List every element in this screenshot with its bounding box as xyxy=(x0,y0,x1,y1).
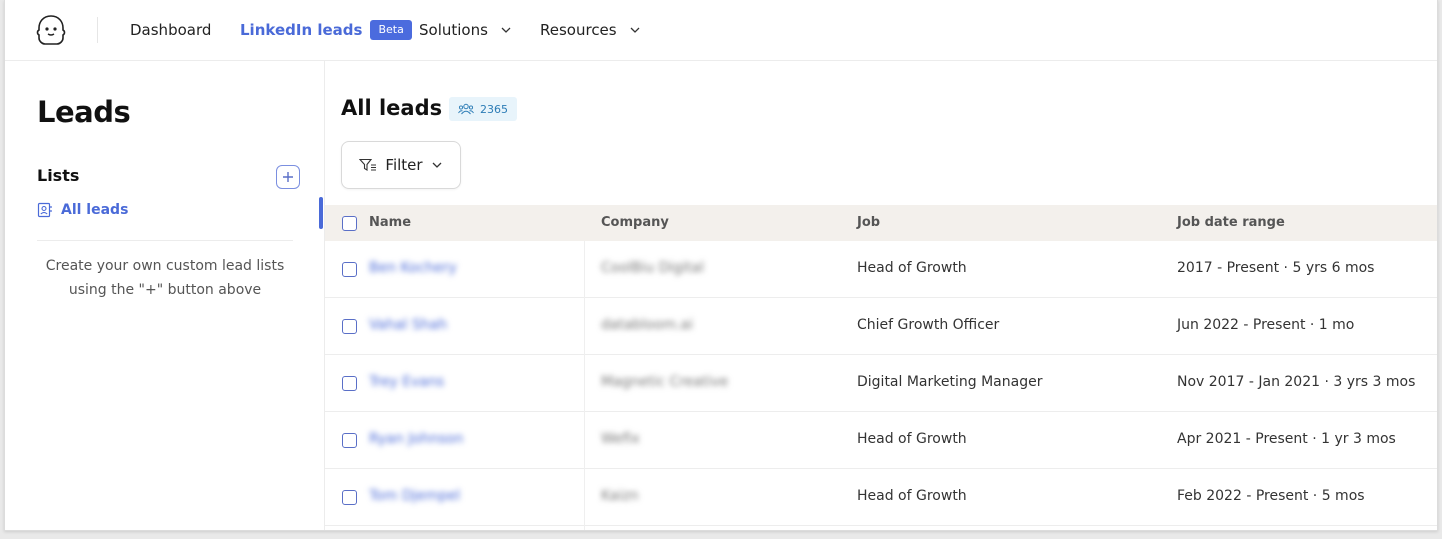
lead-name-link[interactable]: Ben Kochery xyxy=(369,260,457,276)
lead-job: Chief Growth Officer xyxy=(857,317,1000,333)
main-content: All leads 2365 Filter Name Company Job J… xyxy=(325,61,1437,530)
lead-job: Head of Growth xyxy=(857,260,967,276)
select-all-checkbox[interactable] xyxy=(342,216,357,231)
nav-resources[interactable]: Resources xyxy=(540,19,641,41)
page-title: All leads xyxy=(341,96,443,120)
add-list-button[interactable] xyxy=(276,165,300,189)
nav-solutions-label: Solutions xyxy=(419,21,488,39)
table-row[interactable]: Trey Evans Magnetic Creative Digital Mar… xyxy=(325,355,1437,412)
table-row[interactable]: Vahal Shah databloom.ai Chief Growth Off… xyxy=(325,298,1437,355)
nav-dashboard[interactable]: Dashboard xyxy=(130,19,211,41)
leads-count-badge: 2365 xyxy=(449,97,517,121)
row-checkbox[interactable] xyxy=(342,319,357,334)
column-header-name[interactable]: Name xyxy=(369,215,411,230)
row-checkbox[interactable] xyxy=(342,376,357,391)
lead-company: CoolBiu Digital xyxy=(601,260,705,276)
lead-job-date-range: Jun 2022 - Present · 1 mo xyxy=(1177,317,1355,333)
sidebar-item-all-leads[interactable]: All leads xyxy=(37,202,128,218)
nav-divider xyxy=(97,17,98,43)
table-header: Name Company Job Job date range xyxy=(325,205,1437,241)
leads-count: 2365 xyxy=(480,102,508,116)
sidebar: Leads Lists All leads Create your own cu… xyxy=(5,61,325,530)
lead-name-link[interactable]: Tom Djempel xyxy=(369,488,460,504)
lead-job: Head of Growth xyxy=(857,431,967,447)
lead-job: Head of Growth xyxy=(857,488,967,504)
filter-icon xyxy=(359,158,377,171)
chevron-down-icon xyxy=(630,27,640,33)
row-checkbox[interactable] xyxy=(342,262,357,277)
users-icon xyxy=(458,103,474,115)
nav-solutions[interactable]: Solutions xyxy=(419,19,512,41)
lead-name-link[interactable]: Vahal Shah xyxy=(369,317,447,333)
nav-dashboard-label: Dashboard xyxy=(130,21,212,39)
ghost-logo-icon[interactable] xyxy=(36,14,66,46)
table-row[interactable]: Ryan Johnson Wefix Head of Growth Apr 20… xyxy=(325,412,1437,469)
table-row[interactable]: Ben Kochery CoolBiu Digital Head of Grow… xyxy=(325,241,1437,298)
lead-job: Digital Marketing Manager xyxy=(857,374,1043,390)
contact-card-icon xyxy=(37,202,52,218)
lists-header: Lists xyxy=(37,166,80,185)
chevron-down-icon xyxy=(432,162,442,168)
column-header-company[interactable]: Company xyxy=(601,215,669,230)
lead-company: Kaizn xyxy=(601,488,639,504)
lead-name-link[interactable]: Ryan Johnson xyxy=(369,431,463,447)
column-divider xyxy=(584,241,585,530)
nav-linkedin-leads-label: LinkedIn leads xyxy=(240,21,363,39)
sidebar-title: Leads xyxy=(37,95,131,129)
plus-icon xyxy=(283,172,293,182)
column-header-job-date-range[interactable]: Job date range xyxy=(1177,215,1285,230)
lead-company: Wefix xyxy=(601,431,640,447)
sidebar-divider xyxy=(37,240,293,241)
filter-label: Filter xyxy=(385,156,423,174)
row-checkbox[interactable] xyxy=(342,433,357,448)
row-checkbox[interactable] xyxy=(342,490,357,505)
sidebar-hint-text: Create your own custom lead lists using … xyxy=(45,258,285,298)
table-row[interactable]: Tom Djempel Kaizn Head of Growth Feb 202… xyxy=(325,469,1437,526)
filter-button[interactable]: Filter xyxy=(341,141,461,189)
top-navigation: Dashboard LinkedIn leads Beta Solutions … xyxy=(5,0,1437,61)
lead-job-date-range: Feb 2022 - Present · 5 mos xyxy=(1177,488,1365,504)
app-window: Dashboard LinkedIn leads Beta Solutions … xyxy=(4,0,1438,531)
lead-job-date-range: Nov 2017 - Jan 2021 · 3 yrs 3 mos xyxy=(1177,374,1416,390)
beta-badge: Beta xyxy=(370,20,412,40)
nav-linkedin-leads[interactable]: LinkedIn leads Beta xyxy=(240,19,412,41)
lead-job-date-range: 2017 - Present · 5 yrs 6 mos xyxy=(1177,260,1375,276)
lead-name-link[interactable]: Trey Evans xyxy=(369,374,444,390)
active-list-indicator xyxy=(319,197,323,229)
lead-company: Magnetic Creative xyxy=(601,374,729,390)
chevron-down-icon xyxy=(501,27,511,33)
leads-table: Name Company Job Job date range Ben Koch… xyxy=(325,205,1437,526)
lead-job-date-range: Apr 2021 - Present · 1 yr 3 mos xyxy=(1177,431,1396,447)
lead-company: databloom.ai xyxy=(601,317,693,333)
nav-resources-label: Resources xyxy=(540,21,617,39)
column-header-job[interactable]: Job xyxy=(857,215,880,230)
sidebar-item-label: All leads xyxy=(61,202,129,218)
